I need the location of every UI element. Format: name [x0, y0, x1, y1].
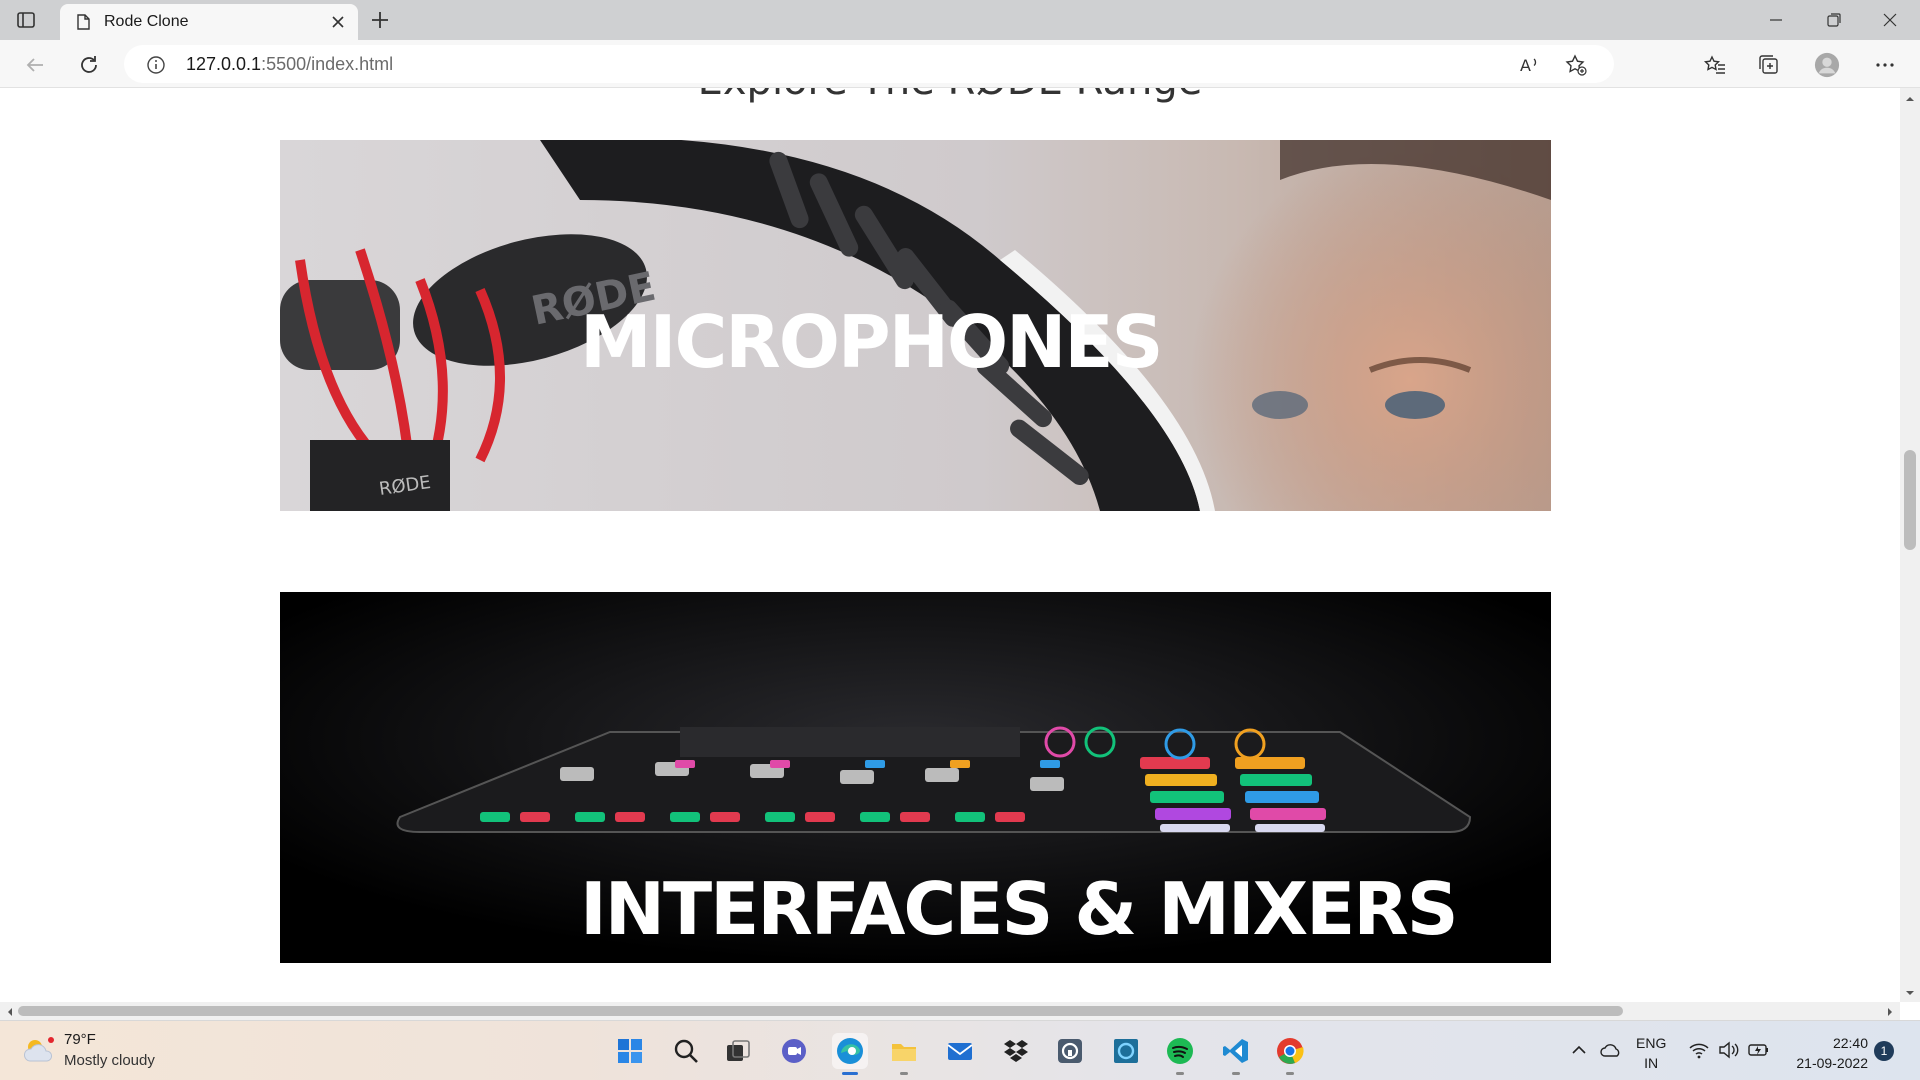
- page-viewport: Explore The RØDE Range: [0, 88, 1900, 1002]
- dropbox-icon[interactable]: [998, 1033, 1034, 1069]
- vertical-scrollbar[interactable]: [1900, 88, 1920, 1002]
- running-indicator: [1176, 1072, 1184, 1075]
- running-indicator: [1232, 1072, 1240, 1075]
- svg-text:A: A: [1520, 56, 1531, 75]
- spotify-icon[interactable]: [1162, 1033, 1198, 1075]
- volume-icon[interactable]: [1718, 1039, 1740, 1061]
- tab-actions-icon[interactable]: [14, 8, 38, 32]
- collections-icon[interactable]: [1756, 52, 1782, 78]
- running-indicator: [900, 1072, 908, 1075]
- browser-tab-bar: Rode Clone: [0, 0, 1920, 40]
- teams-chat-icon[interactable]: [776, 1033, 812, 1069]
- weather-description: Mostly cloudy: [64, 1052, 155, 1069]
- search-icon[interactable]: [668, 1033, 704, 1069]
- address-bar[interactable]: 127.0.0.1:5500/index.html A: [124, 45, 1614, 83]
- site-info-icon[interactable]: [146, 55, 166, 75]
- edge-icon[interactable]: [832, 1033, 868, 1075]
- weather-temperature: 79°F: [64, 1031, 96, 1048]
- chevron-up-icon[interactable]: [1568, 1039, 1590, 1061]
- restore-icon[interactable]: [1806, 0, 1862, 40]
- back-arrow-icon[interactable]: [22, 52, 48, 78]
- file-explorer-icon[interactable]: [886, 1033, 922, 1075]
- interfaces-mixers-banner[interactable]: INTERFACES & MIXERS: [280, 592, 1551, 963]
- url-text[interactable]: 127.0.0.1:5500/index.html: [186, 54, 393, 75]
- weather-icon[interactable]: [22, 1035, 56, 1065]
- url-host: 127.0.0.1: [186, 54, 262, 74]
- favorites-icon[interactable]: [1702, 52, 1728, 78]
- app-icon[interactable]: [1052, 1033, 1088, 1069]
- new-tab-icon[interactable]: [368, 8, 392, 32]
- running-indicator: [1286, 1072, 1294, 1075]
- system-clock[interactable]: 22:40 21-09-2022: [1788, 1033, 1868, 1073]
- banner-label-interfaces-mixers: INTERFACES & MIXERS: [580, 867, 1459, 951]
- horizontal-scroll-thumb[interactable]: [18, 1006, 1623, 1016]
- browser-toolbar: 127.0.0.1:5500/index.html A: [0, 40, 1920, 88]
- scroll-up-icon[interactable]: [1904, 92, 1916, 104]
- language-indicator[interactable]: ENG IN: [1636, 1033, 1666, 1073]
- cortana-icon[interactable]: [1108, 1033, 1144, 1069]
- wifi-icon[interactable]: [1688, 1039, 1710, 1061]
- browser-tab-active[interactable]: Rode Clone: [60, 4, 358, 40]
- profile-avatar-icon[interactable]: [1814, 52, 1840, 78]
- more-options-icon[interactable]: [1872, 52, 1898, 78]
- battery-icon[interactable]: [1748, 1039, 1770, 1061]
- region-code: IN: [1644, 1055, 1659, 1071]
- read-aloud-icon[interactable]: A: [1518, 53, 1542, 77]
- language-code: ENG: [1636, 1035, 1667, 1051]
- vscode-icon[interactable]: [1218, 1033, 1254, 1075]
- horizontal-scrollbar[interactable]: [0, 1002, 1900, 1020]
- minimize-icon[interactable]: [1748, 0, 1804, 40]
- chrome-icon[interactable]: [1272, 1033, 1308, 1075]
- scroll-left-icon[interactable]: [4, 1005, 16, 1017]
- clock-time: 22:40: [1832, 1035, 1868, 1051]
- clock-date: 21-09-2022: [1796, 1055, 1868, 1071]
- add-favorite-icon[interactable]: [1564, 53, 1588, 77]
- tab-title: Rode Clone: [104, 13, 189, 30]
- mail-icon[interactable]: [942, 1033, 978, 1069]
- vertical-scroll-thumb[interactable]: [1904, 450, 1916, 550]
- onedrive-cloud-icon[interactable]: [1600, 1039, 1622, 1061]
- notification-badge[interactable]: 1: [1874, 1041, 1894, 1061]
- section-title: Explore The RØDE Range: [0, 88, 1900, 104]
- close-tab-icon[interactable]: [328, 12, 348, 32]
- task-view-icon[interactable]: [720, 1033, 756, 1069]
- start-icon[interactable]: [612, 1033, 648, 1069]
- active-indicator: [842, 1072, 858, 1075]
- banner-label-microphones: MICROPHONES: [580, 300, 1163, 384]
- microphones-banner[interactable]: RØDE RØDE MICROPHONES: [280, 140, 1551, 511]
- refresh-icon[interactable]: [76, 52, 102, 78]
- scroll-right-icon[interactable]: [1884, 1005, 1896, 1017]
- close-window-icon[interactable]: [1862, 0, 1918, 40]
- windows-taskbar: 79°F Mostly cloudy ENG IN 22:40 21-09-20…: [0, 1020, 1920, 1080]
- scroll-down-icon[interactable]: [1904, 986, 1916, 998]
- page-icon: [74, 13, 92, 31]
- url-path: :5500/index.html: [261, 54, 394, 74]
